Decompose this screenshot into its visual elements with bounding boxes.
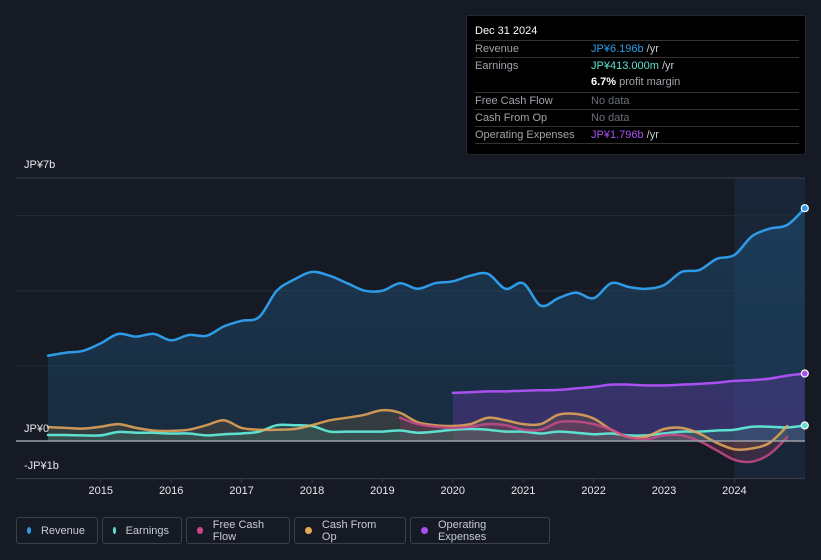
- tooltip-row-label: Earnings: [475, 60, 519, 72]
- legend-dot-icon: [113, 527, 116, 534]
- tooltip-row: Earnings JP¥413.000m /yr: [475, 57, 799, 75]
- x-tick-label: 2015: [88, 485, 114, 497]
- y-tick-label-top: JP¥7b: [24, 159, 56, 171]
- y-tick-label-bottom: -JP¥1b: [24, 460, 59, 472]
- x-tick-label: 2016: [158, 485, 184, 497]
- y-tick-label-zero: JP¥0: [24, 423, 50, 435]
- x-tick-label: 2017: [229, 485, 254, 497]
- legend-label: Cash From Op: [321, 518, 377, 543]
- tooltip-row-value: JP¥6.196b /yr: [591, 43, 659, 55]
- tooltip-row-label: Cash From Op: [475, 112, 548, 124]
- end-marker-earnings: [800, 421, 809, 430]
- tooltip-date: Dec 31 2024: [475, 25, 538, 37]
- legend-dot-icon: [421, 527, 428, 534]
- tooltip-divider: [475, 143, 799, 144]
- end-marker-revenue: [800, 204, 809, 213]
- legend-label: Operating Expenses: [437, 518, 487, 543]
- legend-item-cash-from-op[interactable]: Cash From Op: [294, 517, 406, 544]
- tooltip-row: Free Cash Flow No data: [475, 92, 799, 110]
- legend: Revenue Earnings Free Cash Flow Cash From O…: [16, 517, 550, 544]
- legend-item-earnings[interactable]: Earnings: [102, 517, 182, 544]
- x-tick-label: 2019: [370, 485, 395, 497]
- tooltip-row-value: 6.7% profit margin: [591, 76, 681, 88]
- legend-label: Revenue: [40, 524, 85, 537]
- tooltip-row-value: JP¥1.796b /yr: [591, 129, 659, 141]
- legend-dot-icon: [197, 527, 203, 534]
- x-tick-label: 2023: [651, 485, 677, 497]
- tooltip-row: Revenue JP¥6.196b /yr: [475, 40, 799, 58]
- legend-label: Earnings: [125, 524, 169, 537]
- legend-dot-icon: [27, 527, 31, 534]
- tooltip-row: Operating Expenses JP¥1.796b /yr: [475, 126, 799, 144]
- tooltip-row: 6.7% profit margin: [475, 74, 799, 91]
- legend-item-free-cash-flow[interactable]: Free Cash Flow: [186, 517, 290, 544]
- tooltip-row-value: No data: [591, 112, 630, 124]
- legend-item-operating-expenses[interactable]: Operating Expenses: [410, 517, 550, 544]
- x-tick-label: 2022: [581, 485, 606, 497]
- x-tick-label: 2021: [510, 485, 536, 497]
- tooltip-row-label: Operating Expenses: [475, 129, 575, 141]
- tooltip-row-value: JP¥413.000m /yr: [591, 60, 675, 72]
- legend-dot-icon: [305, 527, 312, 534]
- axis-layer: [16, 440, 805, 483]
- tooltip-row: Cash From Op No data: [475, 109, 799, 127]
- x-tick-label: 2018: [299, 485, 325, 497]
- legend-label: Free Cash Flow: [212, 518, 265, 543]
- tooltip-panel: Dec 31 2024 Revenue JP¥6.196b /yr Earnings…: [466, 15, 806, 155]
- legend-item-revenue[interactable]: Revenue: [16, 517, 98, 544]
- tooltip-row-label: Free Cash Flow: [475, 95, 553, 107]
- x-tick-label: 2020: [440, 485, 466, 497]
- tooltip-row-value: No data: [591, 95, 630, 107]
- tooltip-row-label: Revenue: [475, 43, 520, 55]
- x-tick-label: 2024: [722, 485, 747, 497]
- end-marker-operating-expenses: [800, 369, 809, 378]
